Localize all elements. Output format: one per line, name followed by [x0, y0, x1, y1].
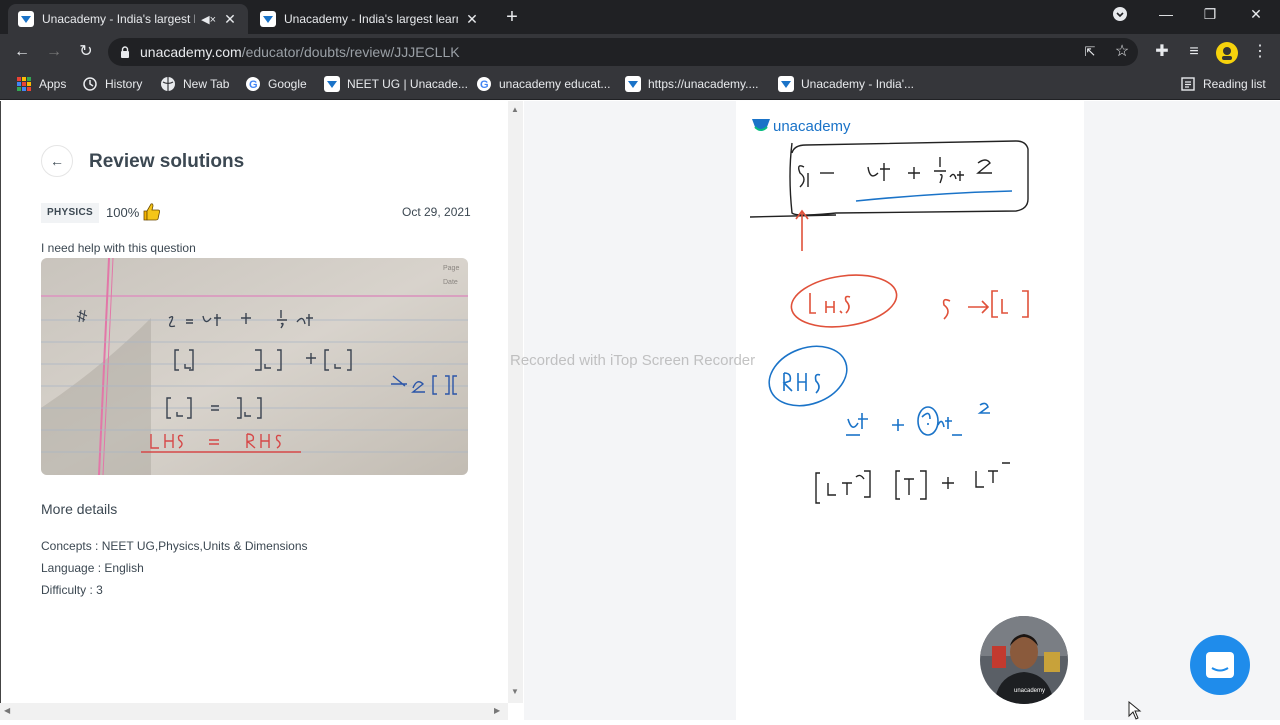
unacademy-icon [324, 76, 340, 92]
page-title: Review solutions [89, 151, 245, 172]
bookmark-label: unacademy educat... [499, 77, 611, 91]
url-host: unacademy.com [140, 44, 242, 60]
difficulty-detail: Difficulty : 3 [41, 583, 103, 597]
scroll-down-arrow-icon[interactable]: ▼ [511, 687, 519, 696]
question-photo[interactable]: Page Date [41, 258, 468, 475]
new-tab-button[interactable]: + [500, 6, 524, 30]
bookmark-neet-ug[interactable]: NEET UG | Unacade... [324, 76, 468, 92]
tab-search-icon[interactable] [1110, 6, 1130, 25]
scroll-up-arrow-icon[interactable]: ▲ [511, 105, 519, 114]
close-window-icon[interactable]: ✕ [1246, 6, 1266, 23]
profile-avatar[interactable] [1216, 42, 1238, 64]
tab-title: Unacademy - India's largest l [42, 12, 196, 26]
apps-grid-icon [17, 77, 31, 91]
extensions-puzzle-icon[interactable]: ✚ [1152, 42, 1172, 62]
bookmark-label: https://unacademy.... [648, 77, 759, 91]
page-content: ← Review solutions PHYSICS 100% Oct 29, … [0, 101, 1280, 720]
unacademy-logo: unacademy [752, 118, 851, 135]
browser-tab-strip: Unacademy - India's largest l ◀× ✕ Unaca… [0, 0, 1280, 34]
logo-text: unacademy [773, 118, 851, 135]
back-button[interactable]: ← [41, 145, 73, 177]
url-path: /educator/doubts/review/JJJECLLK [241, 44, 460, 60]
tab-unacademy-active[interactable]: Unacademy - India's largest l ◀× ✕ [8, 4, 248, 34]
close-tab-icon[interactable]: ✕ [464, 11, 480, 28]
bookmark-label: Unacademy - India'... [801, 77, 915, 91]
svg-text:Date: Date [443, 279, 458, 286]
speaker-muted-icon[interactable]: ◀× [201, 13, 216, 26]
close-tab-icon[interactable]: ✕ [222, 11, 238, 28]
svg-text:unacademy: unacademy [1014, 688, 1045, 694]
horizontal-scrollbar[interactable]: ◀ ▶ [0, 703, 508, 720]
restore-icon[interactable]: ❐ [1200, 6, 1220, 23]
tab-unacademy-2[interactable]: Unacademy - India's largest learn ✕ [250, 4, 490, 34]
bookmark-google[interactable]: G Google [245, 76, 307, 92]
globe-icon [161, 77, 175, 91]
minimize-icon[interactable]: — [1156, 6, 1176, 22]
thumbs-up-icon [143, 203, 160, 221]
language-detail: Language : English [41, 561, 144, 575]
subject-badge: PHYSICS [41, 203, 100, 223]
address-bar[interactable]: unacademy.com/educator/doubts/review/JJJ… [108, 38, 1138, 66]
bookmark-label: Google [268, 77, 307, 91]
unacademy-icon [778, 76, 794, 92]
history-icon [83, 77, 97, 91]
scroll-right-arrow-icon[interactable]: ▶ [494, 706, 500, 715]
review-date: Oct 29, 2021 [402, 205, 471, 219]
browser-toolbar: ← → ↻ unacademy.com/educator/doubts/revi… [0, 34, 1280, 70]
bookmark-label: NEET UG | Unacade... [347, 77, 468, 91]
chat-bubble-icon [1206, 652, 1234, 678]
google-icon: G [246, 77, 260, 91]
bookmark-label: Apps [39, 77, 67, 91]
bookmark-star-icon[interactable]: ☆ [1112, 42, 1132, 62]
bookmark-unacademy-educator[interactable]: G unacademy educat... [476, 76, 610, 92]
unacademy-icon [18, 11, 34, 27]
reading-list-label: Reading list [1203, 77, 1266, 91]
svg-text:G: G [480, 79, 489, 91]
bookmarks-bar: Apps History New Tab G Google NEET UG | … [0, 70, 1280, 100]
bookmark-new-tab[interactable]: New Tab [160, 76, 229, 92]
reading-list-icon [1181, 77, 1195, 91]
svg-text:Page: Page [443, 265, 459, 272]
educator-webcam: unacademy [980, 616, 1068, 704]
vertical-scrollbar[interactable]: ▲ ▼ [508, 101, 523, 703]
forward-arrow-icon[interactable]: → [44, 42, 64, 62]
lock-icon [121, 46, 129, 58]
rating-percent: 100% [106, 205, 140, 220]
google-icon: G [477, 77, 491, 91]
unacademy-icon [260, 11, 276, 27]
more-menu-icon[interactable]: ⋮ [1250, 42, 1270, 62]
chat-support-button[interactable] [1190, 635, 1250, 695]
bookmark-history[interactable]: History [82, 76, 142, 92]
recorder-watermark: Recorded with iTop Screen Recorder [510, 352, 756, 369]
bookmark-unacademy-india[interactable]: Unacademy - India'... [778, 76, 914, 92]
open-in-app-icon[interactable]: ⇱ [1080, 42, 1100, 62]
reload-icon[interactable]: ↻ [76, 42, 96, 62]
bookmark-apps[interactable]: Apps [16, 76, 66, 92]
more-details-heading: More details [41, 501, 118, 517]
reading-list-button[interactable]: Reading list [1180, 76, 1266, 92]
back-arrow-icon[interactable]: ← [12, 42, 32, 62]
tab-title: Unacademy - India's largest learn [284, 12, 458, 26]
review-panel: ← Review solutions PHYSICS 100% Oct 29, … [0, 101, 508, 720]
bookmark-label: History [105, 77, 143, 91]
bookmark-unacademy-url[interactable]: https://unacademy.... [625, 76, 759, 92]
concepts-detail: Concepts : NEET UG,Physics,Units & Dimen… [41, 539, 308, 553]
media-queue-icon[interactable]: ≡ [1184, 42, 1204, 62]
question-text: I need help with this question [41, 241, 196, 255]
svg-text:G: G [249, 79, 258, 91]
unacademy-icon [625, 76, 641, 92]
mouse-cursor-icon [1128, 701, 1142, 720]
arrow-left-icon: ← [50, 153, 64, 169]
scroll-left-arrow-icon[interactable]: ◀ [4, 706, 10, 715]
bookmark-label: New Tab [183, 77, 230, 91]
